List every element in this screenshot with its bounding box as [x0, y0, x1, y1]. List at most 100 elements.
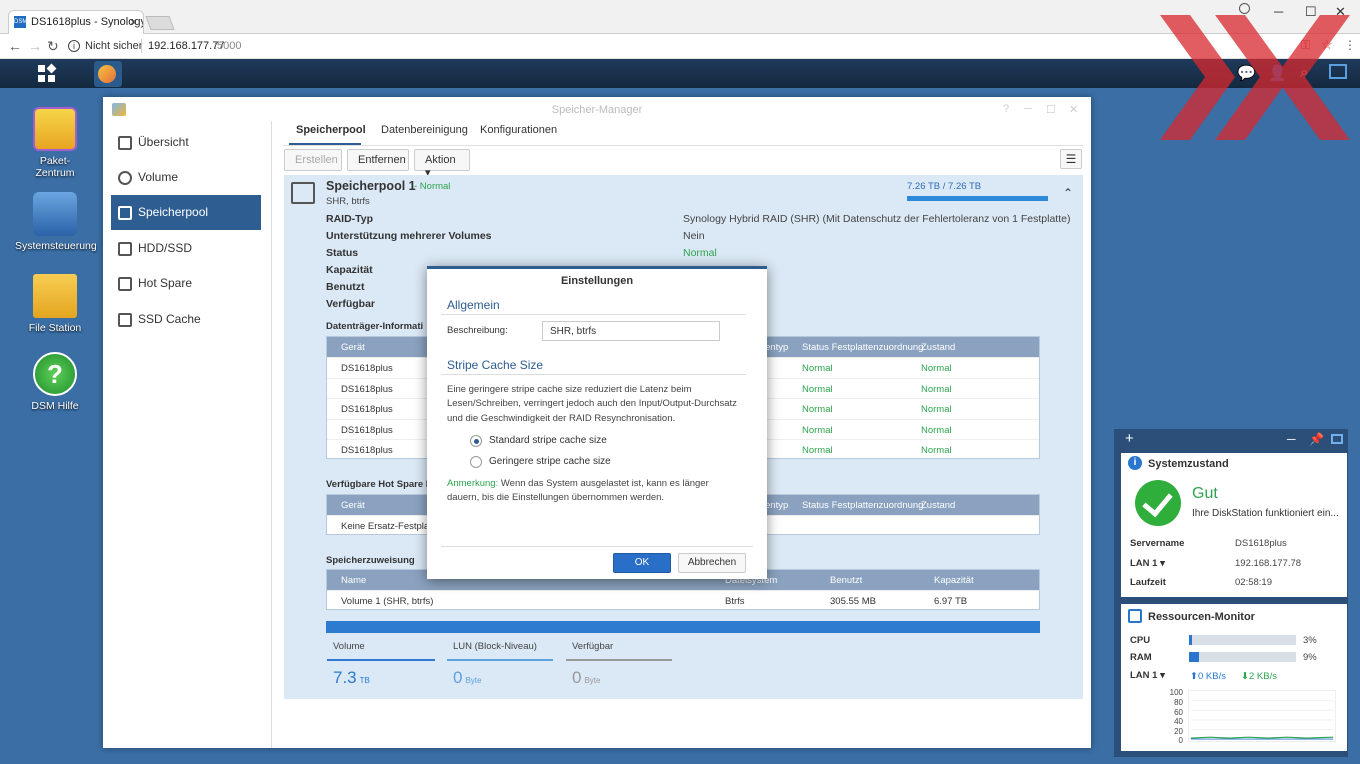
ok-button[interactable]: OK: [613, 553, 671, 573]
cell-status: Normal: [802, 363, 833, 374]
column-header[interactable]: Zustand: [921, 500, 955, 511]
cpu-label: CPU: [1130, 635, 1151, 646]
widget-layout-icon[interactable]: [1331, 434, 1343, 444]
cell-device: DS1618plus: [341, 424, 393, 436]
maximize-button[interactable]: ☐: [1046, 103, 1056, 116]
cell-status: Normal: [802, 404, 833, 415]
column-header[interactable]: Zustand: [921, 342, 955, 353]
tab-data-scrubbing[interactable]: Datenbereinigung: [381, 124, 468, 136]
cell-health: Normal: [921, 404, 952, 415]
security-label[interactable]: Nicht sicher: [85, 40, 142, 52]
sidebar-item-label: Übersicht: [138, 135, 189, 149]
tab-storage-pool[interactable]: Speicherpool: [296, 124, 366, 136]
watermark-logo: [1160, 15, 1350, 140]
lan-dropdown[interactable]: LAN 1 ▾: [1130, 558, 1165, 569]
url-port[interactable]: :5000: [214, 40, 242, 52]
pool-name: Speicherpool 1: [326, 179, 416, 193]
info-icon[interactable]: i: [68, 40, 80, 52]
close-button[interactable]: ✕: [1069, 103, 1078, 116]
column-header[interactable]: Kapazität: [934, 575, 974, 586]
action-dropdown[interactable]: Aktion ▾: [414, 149, 470, 179]
column-header[interactable]: entyp: [765, 342, 788, 353]
heading-divider: [441, 374, 746, 375]
tab-configurations[interactable]: Konfigurationen: [480, 124, 557, 136]
radio-standard-stripe-cache[interactable]: [470, 435, 482, 447]
desktop-icon-label: DSM Hilfe: [31, 400, 79, 412]
network-graph: [1188, 690, 1336, 742]
radio-standard-label[interactable]: Standard stripe cache size: [489, 435, 607, 446]
pool-status: - Normal: [414, 181, 451, 192]
cpu-bar-fill: [1189, 635, 1193, 645]
graph-tick: 40: [1174, 717, 1183, 726]
back-icon[interactable]: ←: [8, 38, 22, 54]
desktop-icon-dsm-help[interactable]: ? DSM Hilfe: [15, 352, 95, 412]
control-panel-icon: [33, 192, 77, 236]
prop-label: Status: [326, 247, 359, 259]
cancel-button[interactable]: Abbrechen: [678, 553, 746, 573]
stat-label: Volume: [333, 641, 365, 652]
widget-minimize-icon[interactable]: ─: [1287, 432, 1296, 446]
cell-health: Normal: [921, 445, 952, 456]
minimize-button[interactable]: ─: [1024, 103, 1032, 115]
radio-lower-stripe-cache[interactable]: [470, 456, 482, 468]
url-host[interactable]: 192.168.177.77: [148, 40, 224, 52]
new-tab-button[interactable]: [145, 16, 175, 30]
stat-label: Verfügbar: [572, 641, 614, 652]
collapse-icon[interactable]: ⌃: [1063, 186, 1073, 200]
remove-button[interactable]: Entfernen: [347, 149, 409, 171]
column-header[interactable]: entyp: [765, 500, 788, 511]
system-health-title: Systemzustand: [1148, 458, 1229, 470]
desktop-icon-label: Paket- Zentrum: [35, 155, 75, 179]
table-row[interactable]: Volume 1 (SHR, btrfs) Btrfs 305.55 MB 6.…: [327, 590, 1039, 611]
sidebar-item-hdd-ssd[interactable]: HDD/SSD: [111, 231, 261, 266]
column-header[interactable]: Name: [341, 575, 366, 586]
desktop-icon-control-panel[interactable]: Systemsteuerung: [15, 192, 97, 252]
radio-lower-label[interactable]: Geringere stripe cache size: [489, 456, 611, 467]
prop-label: Benutzt: [326, 281, 365, 293]
ssd-cache-icon: [118, 313, 132, 327]
pool-capacity-bar: [907, 196, 1048, 201]
stat-underline: [566, 659, 672, 661]
description-input[interactable]: [542, 321, 720, 341]
column-header[interactable]: Status Festplattenzuordnung: [802, 342, 923, 353]
tab-close-icon[interactable]: ×: [130, 15, 137, 29]
lan-dropdown[interactable]: LAN 1 ▾: [1130, 670, 1165, 681]
profile-icon[interactable]: [1239, 3, 1250, 14]
resource-monitor-icon: [1128, 609, 1142, 623]
pin-icon[interactable]: 📌: [1309, 432, 1324, 446]
column-header[interactable]: Benutzt: [830, 575, 862, 586]
server-name-value: DS1618plus: [1235, 538, 1287, 549]
lan-ip-value: 192.168.177.78: [1235, 558, 1302, 569]
main-menu-icon[interactable]: [38, 63, 57, 83]
uptime-label: Laufzeit: [1130, 577, 1166, 588]
prop-value: Synology Hybrid RAID (SHR) (Mit Datensch…: [683, 213, 1071, 225]
list-view-icon[interactable]: ☰: [1060, 149, 1082, 169]
folder-icon: [33, 274, 77, 318]
column-header[interactable]: Gerät: [341, 342, 365, 353]
forward-icon[interactable]: →: [28, 38, 42, 54]
cell-device: DS1618plus: [341, 383, 393, 395]
browser-tab[interactable]: DS1618plus - Synology D: [8, 10, 144, 34]
reload-icon[interactable]: ↻: [47, 38, 59, 55]
pool-subtitle: SHR, btrfs: [326, 196, 370, 207]
dialog-title: Einstellungen: [560, 275, 634, 287]
desktop-icon-file-station[interactable]: File Station: [15, 274, 95, 334]
sidebar-item-volume[interactable]: Volume: [111, 160, 261, 195]
address-divider: [141, 39, 142, 53]
sidebar-item-ssd-cache[interactable]: SSD Cache: [111, 302, 261, 337]
stripe-cache-description: Eine geringere stripe cache size reduzie…: [447, 384, 737, 424]
sidebar-item-hot-spare[interactable]: Hot Spare: [111, 266, 261, 301]
sidebar-item-storage-pool[interactable]: Speicherpool: [111, 195, 261, 230]
storage-manager-icon: [98, 65, 116, 83]
column-header[interactable]: Gerät: [341, 500, 365, 511]
ram-label: RAM: [1130, 652, 1152, 663]
desktop-icon-package-center[interactable]: Paket- Zentrum: [15, 107, 95, 179]
add-widget-icon[interactable]: +: [1125, 430, 1134, 447]
create-button[interactable]: Erstellen: [284, 149, 342, 171]
help-button[interactable]: ?: [1003, 103, 1009, 115]
column-header[interactable]: Status Festplattenzuordnung: [802, 500, 923, 511]
sidebar-item-overview[interactable]: Übersicht: [111, 125, 261, 160]
cell-health: Normal: [921, 383, 952, 395]
stripe-cache-heading: Stripe Cache Size: [447, 358, 544, 372]
upload-rate: ⬇2 KB/s: [1241, 671, 1277, 682]
